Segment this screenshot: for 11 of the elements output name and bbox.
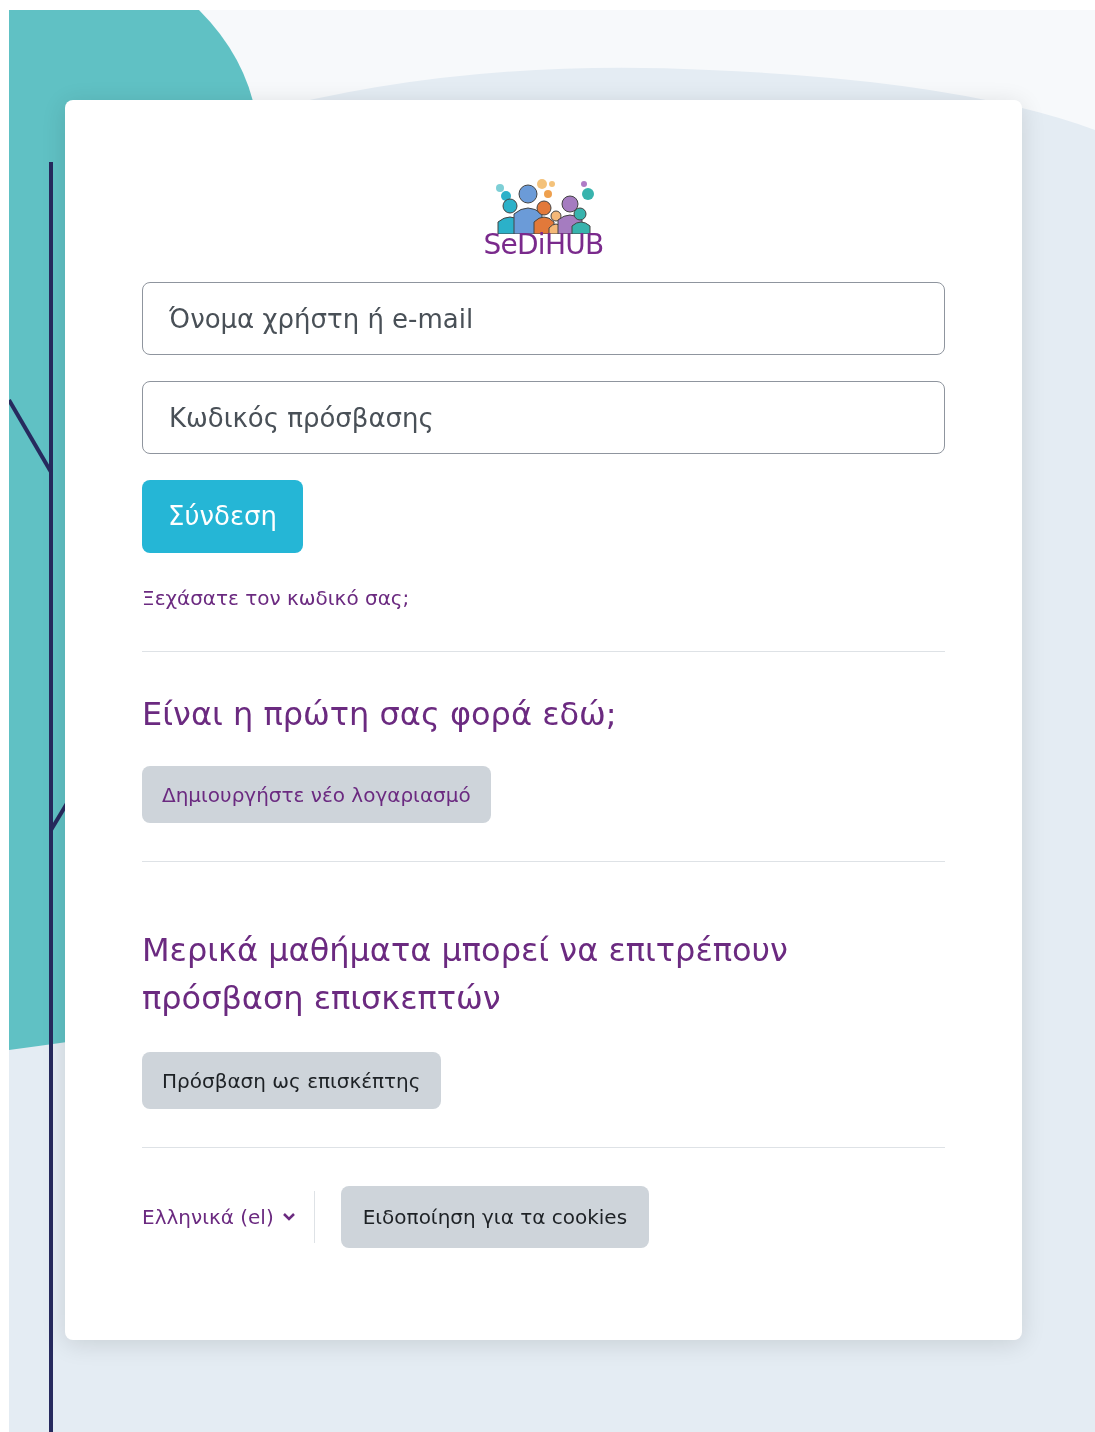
guest-access-button[interactable]: Πρόσβαση ως επισκέπτης — [142, 1052, 441, 1109]
signup-heading: Είναι η πρώτη σας φορά εδώ; — [142, 694, 618, 735]
create-account-button[interactable]: Δημιουργήστε νέο λογαριασμό — [142, 766, 491, 823]
forgot-password-link[interactable]: Ξεχάσατε τον κωδικό σας; — [142, 586, 410, 610]
chevron-down-icon — [281, 1212, 296, 1222]
username-field[interactable]: Όνομα χρήστη ή e-mail — [142, 282, 945, 355]
guest-heading: Μερικά μαθήματα μπορεί να επιτρέπουν πρόσβαση επισκεπτών — [142, 930, 789, 1019]
logo-text: SeDiHUB — [483, 230, 604, 260]
language-dropdown[interactable]: Ελληνικά (el) — [142, 1202, 296, 1232]
password-field[interactable]: Κωδικός πρόσβασης — [142, 381, 945, 454]
cookies-notice-button[interactable]: Ειδοποίηση για τα cookies — [340, 1186, 650, 1248]
